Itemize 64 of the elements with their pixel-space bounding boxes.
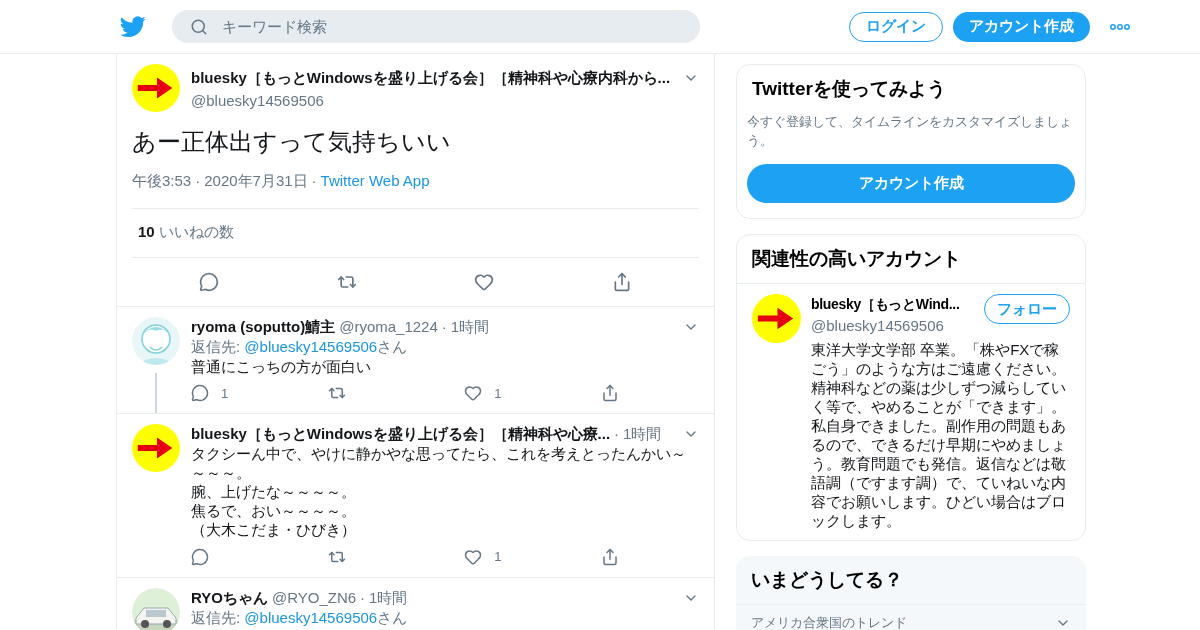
tweet-date: 2020年7月31日 bbox=[204, 171, 308, 191]
tweet-time: 午後3:53 bbox=[132, 171, 192, 191]
card-title: 関連性の高いアカウント bbox=[737, 234, 1085, 284]
share-icon[interactable] bbox=[601, 547, 619, 566]
separator-dot: · bbox=[360, 587, 366, 608]
tweet-text: 腕、上げたな～～～～。 bbox=[191, 482, 357, 501]
card-title: Twitterを使ってみよう bbox=[751, 77, 947, 101]
separator-dot: · bbox=[195, 171, 201, 191]
card-text: 今すぐ登録して、タイムラインをカスタマイズしましょう。 bbox=[747, 112, 1073, 150]
likes-label[interactable]: いいねの数 bbox=[158, 221, 234, 244]
reply-tweet[interactable]: RYOちゃん @RYO_ZN6 · 1時間 返信先: @bluesky14569506さん bbox=[117, 577, 714, 630]
separator-dot: · bbox=[311, 171, 317, 191]
tweet-time[interactable]: 1時間 bbox=[450, 316, 490, 337]
reply-suffix: さん bbox=[377, 607, 408, 628]
tweet-text: 普通にこっちの方が面白い bbox=[191, 356, 372, 376]
bird-logo-icon[interactable] bbox=[120, 15, 146, 38]
reply-icon[interactable] bbox=[198, 271, 219, 292]
tweet-text: タクシーん中で、やけに静かやな思ってたら、これを考えとったんかい～～～～。 bbox=[191, 444, 687, 482]
like-icon[interactable] bbox=[464, 547, 483, 566]
reply-to-link[interactable]: @bluesky14569506 bbox=[244, 336, 378, 357]
more-icon[interactable] bbox=[1110, 23, 1130, 30]
likes-count[interactable]: 10 bbox=[138, 221, 155, 244]
search-icon bbox=[190, 18, 208, 36]
share-icon[interactable] bbox=[601, 384, 619, 403]
tweet-time[interactable]: 1時間 bbox=[369, 587, 408, 608]
tweet-text: 焦るで、おい～～～～。 bbox=[191, 501, 357, 520]
separator-dot: · bbox=[614, 424, 620, 444]
like-icon[interactable] bbox=[464, 384, 483, 403]
user-name[interactable]: ryoma (soputto)鯖主 bbox=[191, 316, 336, 337]
like-icon[interactable] bbox=[474, 271, 495, 292]
reply-suffix: さん bbox=[377, 336, 408, 357]
reply-prefix: 返信先: bbox=[191, 336, 242, 357]
user-bio: 東洋大学文学部 卒業。「株やFXで稼ごう」のような方はご遠慮ください。精神科などの薬は少しずつ減らしていく等で、やめることが「できます」。私自身できました。副作用の問題もあるので、できるだけ早期にやめましょう。教育問題でも発信。返信などは敬語調（ですます調）で、ていねいな内容でお願いします。ひどい場合はブロックします。 bbox=[811, 339, 1067, 530]
tweet-time[interactable]: 1時間 bbox=[623, 424, 662, 444]
reply-tweet[interactable]: bluesky［もっとWindowsを盛り上げる会］［精神科や心療... · 1時間 タクシーん中で、やけに静かやな思ってたら、これを考えとったんかい～～～～。 腕、上げたな～～～～。 焦るで、おい～～～～。 （大木こだま・ひびき） 1 bbox=[117, 414, 714, 578]
trend-location: アメリカ合衆国のトレンド bbox=[751, 614, 908, 630]
user-handle: @ryoma_1224 bbox=[339, 316, 438, 337]
arrow-avatar-icon bbox=[752, 294, 801, 343]
arrow-avatar-icon bbox=[132, 64, 180, 112]
reply-to-link[interactable]: @bluesky14569506 bbox=[244, 607, 378, 628]
user-name[interactable]: RYOちゃん bbox=[191, 587, 268, 608]
source-link[interactable]: Twitter Web App bbox=[320, 170, 430, 193]
user-handle: @bluesky14569506 bbox=[811, 316, 945, 336]
separator-dot: · bbox=[441, 316, 447, 337]
tweet-text: （大木こだま・ひびき） bbox=[191, 520, 357, 539]
card-title: いまどうしてる？ bbox=[736, 555, 1086, 605]
user-name[interactable]: bluesky［もっとWindowsを盛り上げる会］［精神科や心療... bbox=[191, 424, 611, 444]
reply-count: 1 bbox=[221, 384, 229, 403]
arrow-avatar-icon bbox=[132, 424, 180, 472]
share-icon[interactable] bbox=[612, 271, 633, 292]
like-count: 1 bbox=[494, 548, 502, 566]
reply-prefix: 返信先: bbox=[191, 607, 242, 628]
user-handle: @RYO_ZN6 bbox=[271, 587, 357, 608]
reply-tweet[interactable]: ryoma (soputto)鯖主 @ryoma_1224 · 1時間 返信先: @bluesky14569506さん 普通にこっちの方が面白い 1 1 bbox=[117, 306, 714, 414]
signup-button[interactable]: アカウント作成 bbox=[953, 11, 1090, 42]
signup-button[interactable]: アカウント作成 bbox=[747, 163, 1075, 203]
reply-icon[interactable] bbox=[191, 384, 209, 403]
user-name[interactable]: bluesky［もっとWind... bbox=[811, 294, 960, 315]
reply-icon[interactable] bbox=[191, 547, 209, 566]
user-handle: @bluesky14569506 bbox=[191, 90, 325, 111]
search-field[interactable]: キーワード検索 bbox=[172, 10, 700, 43]
tweet-text: あー正体出すって気持ちいい bbox=[132, 127, 452, 157]
like-count: 1 bbox=[494, 384, 502, 403]
user-name[interactable]: bluesky［もっとWindowsを盛り上げる会］［精神科や心療内科から... bbox=[191, 67, 671, 90]
